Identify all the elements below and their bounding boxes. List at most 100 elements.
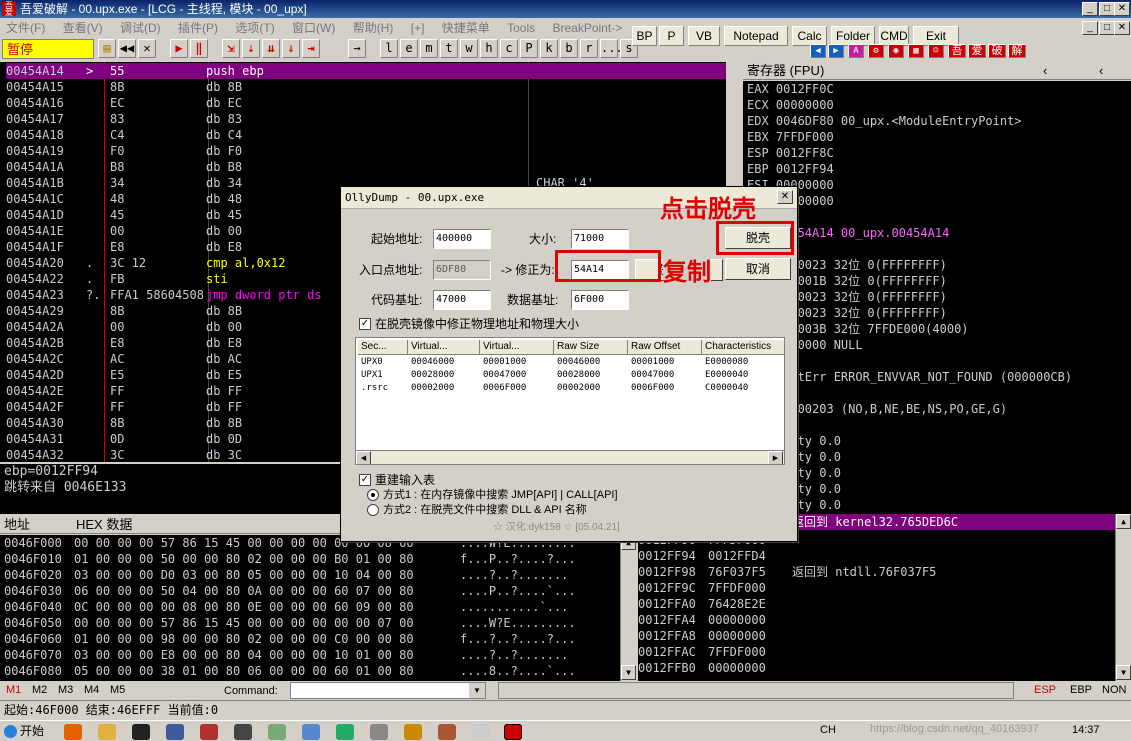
settings-icon[interactable]: ⚙	[868, 44, 884, 58]
firefox-icon[interactable]	[64, 724, 82, 740]
language-indicator[interactable]: CH	[820, 724, 836, 736]
register-row[interactable]: ESP 0012FF8C	[747, 145, 1131, 161]
stack-row[interactable]: 0012FFAC 7FFDF000	[638, 644, 1115, 660]
step-into-icon[interactable]: ⇲	[222, 39, 240, 58]
menu-plus[interactable]: [+]	[411, 21, 425, 35]
maximize-button[interactable]: □	[1099, 2, 1115, 16]
scroll-left-icon[interactable]: ◀	[356, 451, 371, 464]
dump-row[interactable]: 0046F020 03 00 00 00 D0 03 00 80 05 00 00…	[4, 567, 620, 583]
chevron-left-icon[interactable]: ‹	[1099, 62, 1103, 80]
disasm-row[interactable]: 00454A1A B8 db B8	[6, 159, 726, 175]
rebuild-import-checkbox[interactable]: ✓	[359, 474, 371, 486]
register-row[interactable]: EFL 00000203 (NO,B,NE,BE,NS,PO,GE,G)	[747, 401, 1131, 417]
plugin-calc-button[interactable]: Calc	[792, 26, 827, 46]
size-field[interactable]: 71000	[571, 229, 629, 249]
app-icon[interactable]	[268, 724, 286, 740]
app-icon[interactable]	[200, 724, 218, 740]
register-row[interactable]: P 1 CS 001B 32位 0(FFFFFFFF)	[747, 273, 1131, 289]
notepad-icon[interactable]	[472, 724, 490, 740]
col-section[interactable]: Sec...	[358, 340, 408, 355]
command-input[interactable]: ▼	[290, 682, 486, 699]
register-row[interactable]: S 0 FS 003B 32位 7FFDE000(4000)	[747, 321, 1131, 337]
goto-icon[interactable]: →	[348, 39, 366, 58]
app-icon[interactable]	[302, 724, 320, 740]
app-icon[interactable]	[370, 724, 388, 740]
menu-shortcut[interactable]: 快捷菜单	[442, 21, 490, 35]
disasm-row[interactable]: 00454A14 >55 push ebp	[6, 63, 726, 79]
scroll-down-icon[interactable]: ▼	[621, 665, 636, 680]
code-base-field[interactable]: 47000	[433, 290, 491, 310]
col-raw-size[interactable]: Raw Size	[554, 340, 628, 355]
chevron-down-icon[interactable]: ▼	[469, 683, 485, 698]
child-restore-button[interactable]: □	[1099, 21, 1115, 35]
tab-m3[interactable]: M3	[58, 684, 73, 696]
stack-row[interactable]: 0012FFA4 00000000	[638, 612, 1115, 628]
disasm-row[interactable]: 00454A17 83 db 83	[6, 111, 726, 127]
dump-row[interactable]: 0046F070 03 00 00 00 E8 00 00 80 04 00 00…	[4, 647, 620, 663]
cancel-button[interactable]: 取消	[725, 258, 791, 280]
stack-row[interactable]: 0012FFA8 00000000	[638, 628, 1115, 644]
table-hscrollbar[interactable]: ◀ ▶	[356, 450, 784, 464]
dump-row[interactable]: 0046F030 06 00 00 00 50 04 00 80 0A 00 00…	[4, 583, 620, 599]
register-row[interactable]: O 0 LastErr ERROR_ENVVAR_NOT_FOUND (0000…	[747, 369, 1131, 385]
stack-row[interactable]: 0012FF94 0012FFD4	[638, 548, 1115, 564]
child-minimize-button[interactable]: _	[1082, 21, 1098, 35]
call-stack-button[interactable]: k	[540, 39, 558, 58]
section-table[interactable]: Sec... Virtual... Virtual... Raw Size Ra…	[355, 337, 785, 465]
stack-scrollbar[interactable]: ▲ ▼	[1115, 514, 1131, 681]
menu-window[interactable]: 窗口(W)	[292, 21, 335, 35]
start-button[interactable]: 开始	[2, 723, 48, 740]
plugin-vb-button[interactable]: VB	[688, 26, 720, 46]
dump-row[interactable]: 0046F050 00 00 00 00 57 86 15 45 00 00 00…	[4, 615, 620, 631]
register-row[interactable]: EBX 7FFDF000	[747, 129, 1131, 145]
register-row[interactable]: A 0 SS 0023 32位 0(FFFFFFFF)	[747, 289, 1131, 305]
plugin-notepad-button[interactable]: Notepad	[724, 26, 788, 46]
stack-row[interactable]: 0012FF98 76F037F5 返回到 ntdll.76F037F5	[638, 564, 1115, 580]
breakpoints-button[interactable]: b	[560, 39, 578, 58]
stack-row[interactable]: 0012FF9C 7FFDF000	[638, 580, 1115, 596]
memory-map-button[interactable]: m	[420, 39, 438, 58]
register-row[interactable]: EAX 0012FF0C	[747, 81, 1131, 97]
tab-m1[interactable]: M1	[6, 684, 21, 696]
run-trace-button[interactable]: ...	[600, 39, 623, 58]
start-address-field[interactable]: 400000	[433, 229, 491, 249]
back-icon[interactable]: ◀	[810, 44, 826, 58]
rewind-icon[interactable]: ◀◀	[118, 39, 136, 58]
pause-icon[interactable]: ‖	[190, 39, 208, 58]
plugin-exit-button[interactable]: Exit	[913, 26, 959, 46]
scroll-right-icon[interactable]: ▶	[768, 451, 783, 464]
handles-button[interactable]: h	[480, 39, 498, 58]
fix-raw-checkbox[interactable]: ✓	[359, 318, 371, 330]
plugin-folder-button[interactable]: Folder	[831, 26, 875, 46]
execute-till-return-icon[interactable]: ⇥	[302, 39, 320, 58]
disasm-row[interactable]: 00454A19 F0 db F0	[6, 143, 726, 159]
registers-header[interactable]: 寄存器 (FPU) ‹ ‹	[743, 62, 1131, 80]
registers-pane[interactable]: EAX 0012FF0C ECX 00000000 EDX 0046DF80 0…	[743, 81, 1131, 514]
register-row[interactable]: ST2 empty 0.0	[747, 465, 1131, 481]
disasm-row[interactable]: 00454A16 EC db EC	[6, 95, 726, 111]
trace-into-icon[interactable]: ⇊	[262, 39, 280, 58]
tab-m2[interactable]: M2	[32, 684, 47, 696]
console-icon[interactable]	[132, 724, 150, 740]
register-row[interactable]	[747, 241, 1131, 257]
register-row[interactable]: EDX 0046DF80 00_upx.<ModuleEntryPoint>	[747, 113, 1131, 129]
a-icon[interactable]: A	[848, 44, 864, 58]
register-row[interactable]: EDI 00000000	[747, 193, 1131, 209]
bug-icon[interactable]	[234, 724, 252, 740]
ollydbg-icon[interactable]	[504, 724, 522, 740]
chevron-left-icon[interactable]: ‹	[1043, 62, 1047, 80]
disasm-row[interactable]: 00454A15 8B db 8B	[6, 79, 726, 95]
app-icon[interactable]	[404, 724, 422, 740]
stack-row[interactable]: 0012FFA0 76428E2E	[638, 596, 1115, 612]
col-raw-offset[interactable]: Raw Offset	[628, 340, 702, 355]
references-button[interactable]: r	[580, 39, 598, 58]
menu-tools[interactable]: Tools	[507, 21, 535, 35]
menu-debug[interactable]: 调试(D)	[120, 21, 161, 35]
tab-m5[interactable]: M5	[110, 684, 125, 696]
windows-button[interactable]: w	[460, 39, 478, 58]
register-row[interactable]: ST3 empty 0.0	[747, 481, 1131, 497]
register-row[interactable]	[747, 209, 1131, 225]
explorer-icon[interactable]	[98, 724, 116, 740]
col-characteristics[interactable]: Characteristics	[702, 340, 784, 355]
plugin-cmd-button[interactable]: CMD	[879, 26, 909, 46]
